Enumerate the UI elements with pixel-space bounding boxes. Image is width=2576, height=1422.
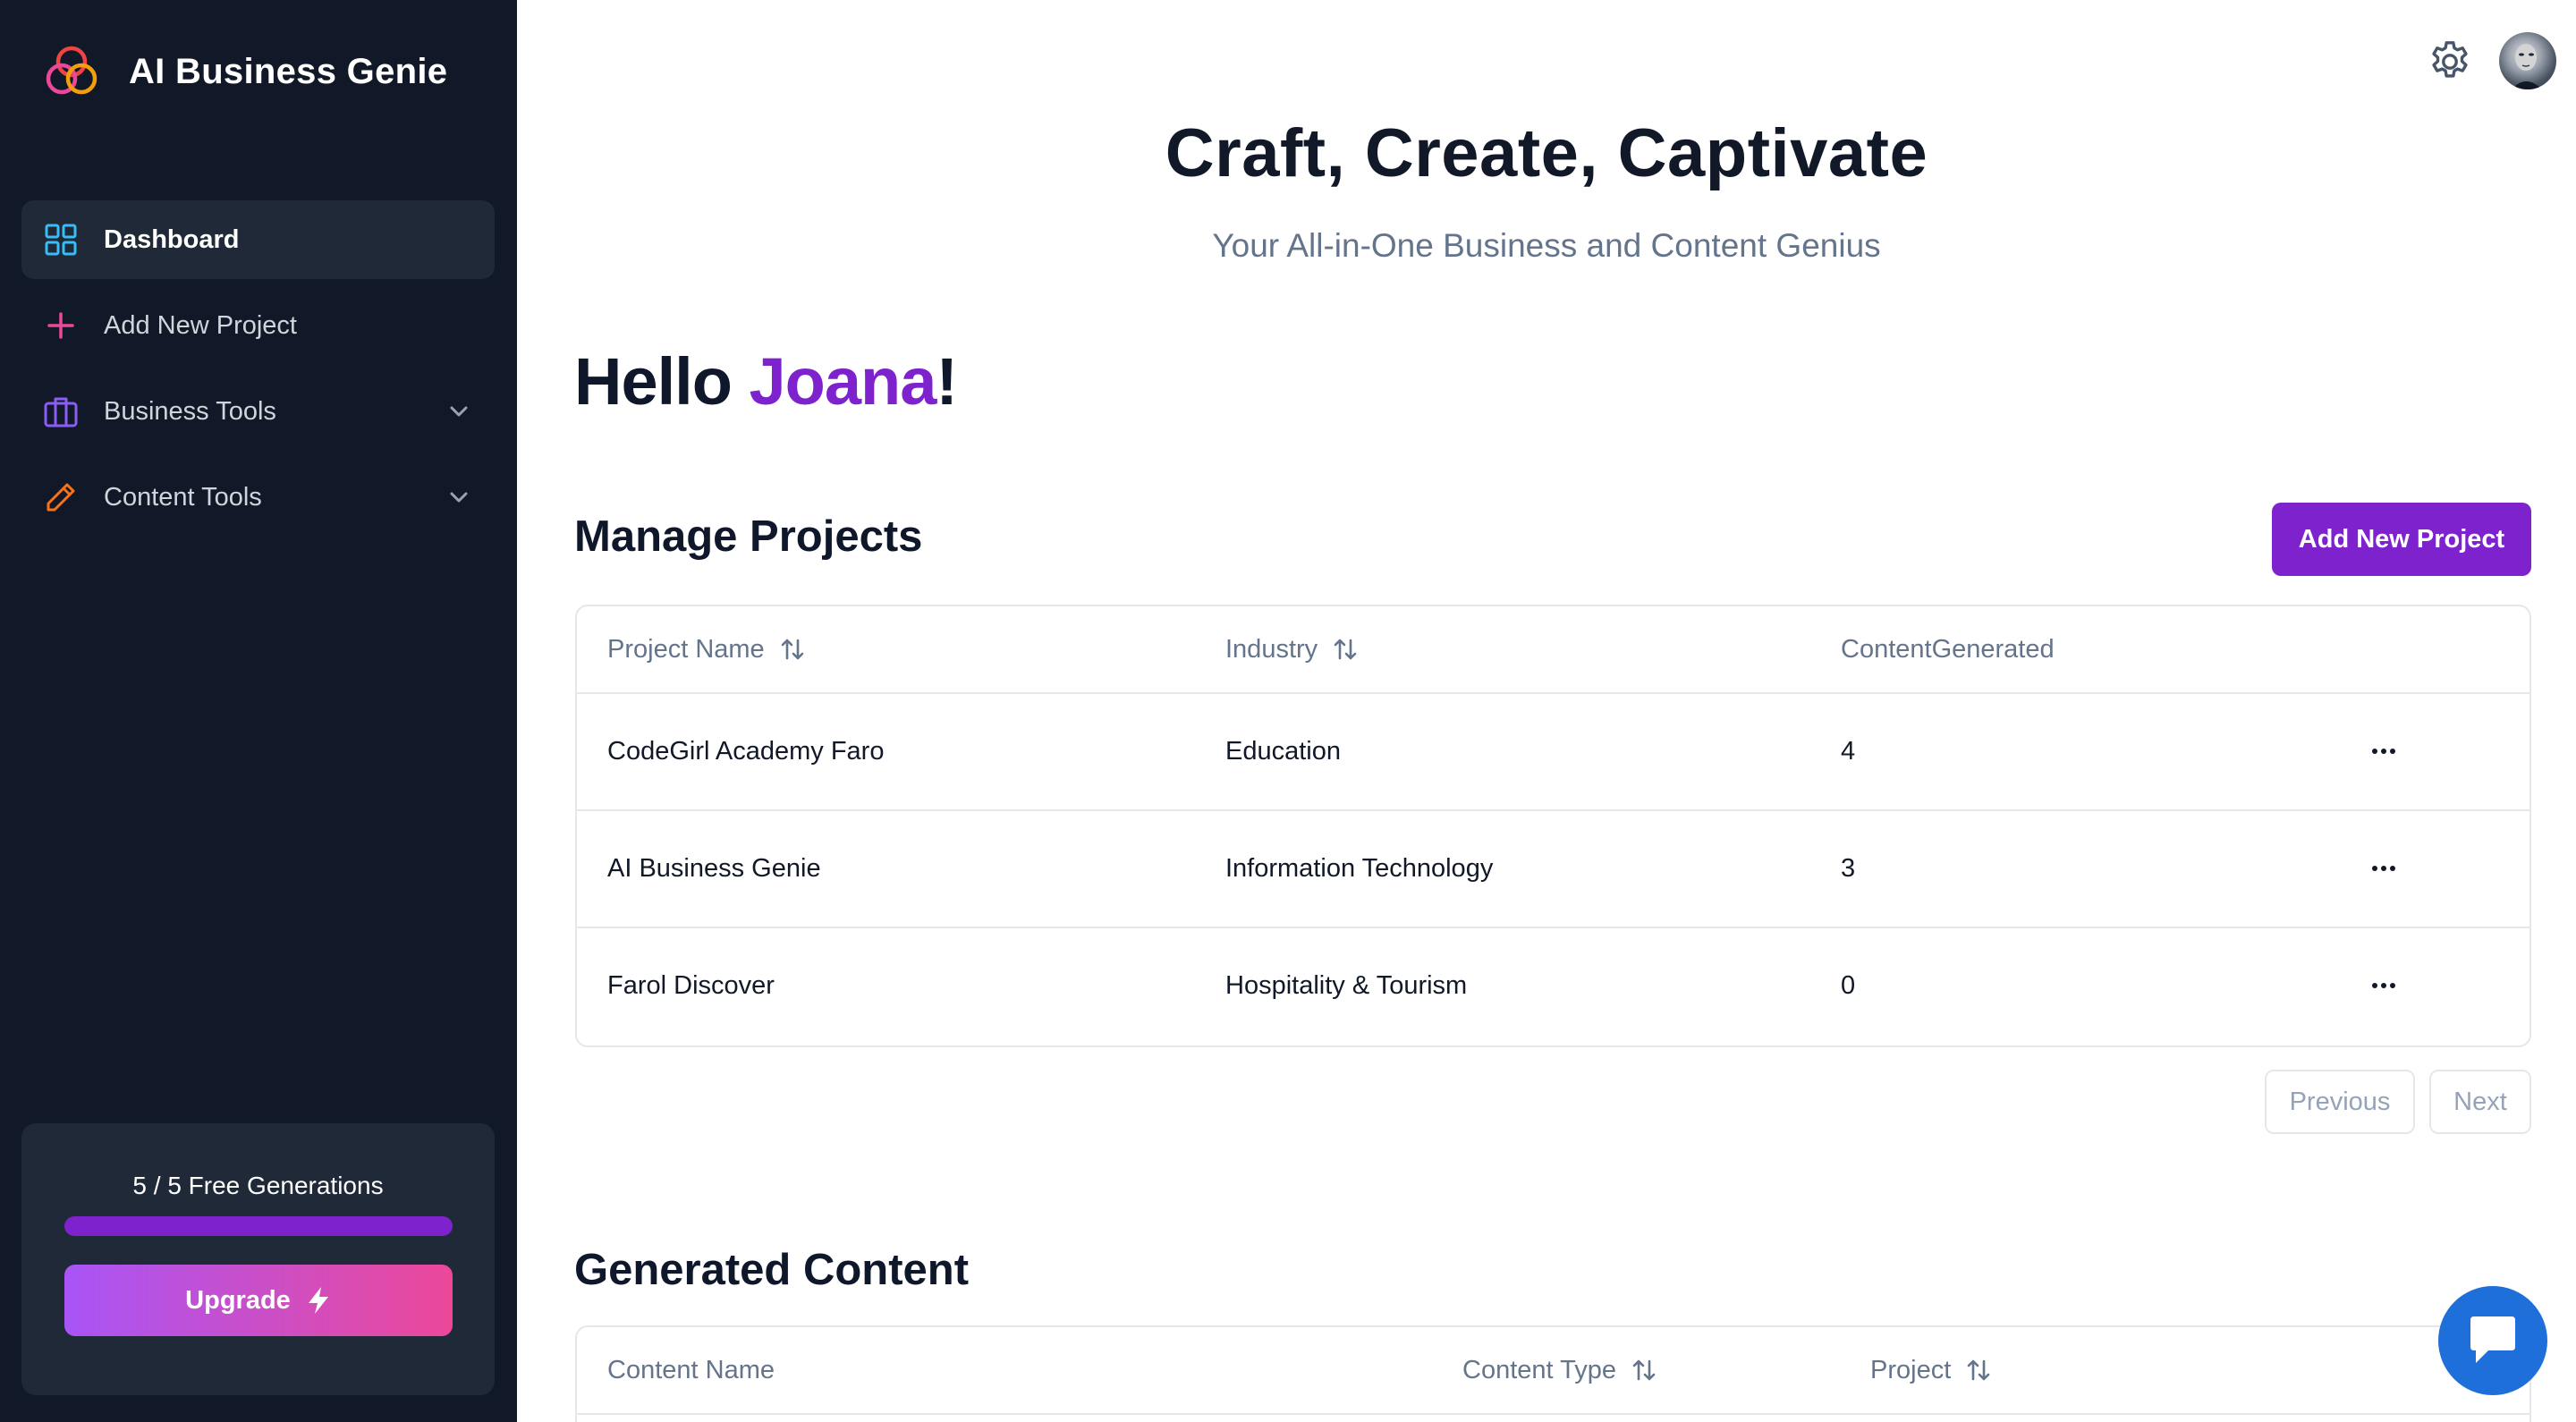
content-table: Content Name Content Type Project <box>575 1325 2531 1422</box>
usage-card: 5 / 5 Free Generations Upgrade <box>21 1123 495 1395</box>
sidebar-item-dashboard[interactable]: Dashboard <box>21 200 495 279</box>
chat-launcher-button[interactable] <box>2438 1286 2547 1395</box>
chevron-down-icon[interactable] <box>446 399 471 424</box>
add-new-project-button[interactable]: Add New Project <box>2272 503 2531 576</box>
more-horizontal-icon <box>2372 749 2395 754</box>
pencil-icon <box>43 479 79 515</box>
table-row[interactable]: Farol Discover Hospitality & Tourism 0 <box>577 928 2529 1045</box>
table-header: Content Name Content Type Project <box>577 1327 2529 1415</box>
industry-cell: Hospitality & Tourism <box>1225 971 1468 1000</box>
next-page-button[interactable]: Next <box>2429 1070 2531 1134</box>
lightning-icon <box>308 1287 328 1314</box>
column-header-label: Industry <box>1225 634 1318 664</box>
greeting: Hello Joana! <box>574 343 958 419</box>
table-row[interactable]: CodeGirl Academy Faro Education 4 <box>577 694 2529 811</box>
column-header-label: Project Name <box>607 634 765 664</box>
content-count-cell: 3 <box>1841 854 1856 883</box>
column-header-content-type[interactable]: Content Type <box>1462 1327 1657 1413</box>
column-header-label: Project <box>1870 1355 1952 1384</box>
sort-icon <box>1967 1359 1990 1381</box>
project-name-cell: CodeGirl Academy Faro <box>607 737 885 766</box>
settings-button[interactable] <box>2426 38 2474 86</box>
column-header-project-name[interactable]: Project Name <box>607 606 806 692</box>
sidebar-item-business-tools[interactable]: Business Tools <box>21 372 495 451</box>
greeting-suffix: ! <box>936 344 958 419</box>
greeting-user-name: Joana <box>749 344 936 419</box>
usage-count: 5 / 5 Free Generations <box>132 1172 384 1199</box>
more-horizontal-icon <box>2372 983 2395 988</box>
project-name-cell: AI Business Genie <box>607 854 821 883</box>
brand[interactable]: AI Business Genie <box>41 41 447 102</box>
row-actions-button[interactable] <box>2366 735 2402 767</box>
row-actions-button[interactable] <box>2366 852 2402 885</box>
usage-progress-fill <box>64 1216 453 1236</box>
briefcase-icon <box>43 394 79 429</box>
upgrade-label: Upgrade <box>185 1285 291 1315</box>
sort-icon <box>1632 1359 1656 1381</box>
greeting-prefix: Hello <box>574 344 750 419</box>
column-header-label: Content Type <box>1462 1355 1616 1384</box>
avatar-portrait <box>2512 44 2542 89</box>
sidebar-item-add-new-project[interactable]: Add New Project <box>21 286 495 365</box>
content-count-cell: 4 <box>1841 737 1856 766</box>
industry-cell: Education <box>1225 737 1341 766</box>
gear-icon <box>2432 41 2468 78</box>
project-name-cell: Farol Discover <box>607 971 775 1000</box>
sidebar-item-label: Dashboard <box>104 224 240 254</box>
logo-icon <box>46 46 97 95</box>
plus-icon <box>43 308 79 343</box>
content-count-cell: 0 <box>1841 971 1856 1000</box>
sidebar: AI Business Genie Dashboard Add New Proj… <box>0 0 517 1422</box>
sidebar-item-label: Add New Project <box>104 310 297 340</box>
column-header-content-generated: ContentGenerated <box>1841 606 2055 692</box>
user-avatar[interactable] <box>2499 32 2556 89</box>
brand-name: AI Business Genie <box>129 51 448 91</box>
column-header-label: Content Name <box>607 1355 775 1384</box>
page-subtitle: Your All-in-One Business and Content Gen… <box>1212 227 1881 264</box>
sidebar-item-content-tools[interactable]: Content Tools <box>21 458 495 537</box>
industry-cell: Information Technology <box>1225 854 1494 883</box>
column-header-project[interactable]: Project <box>1870 1327 1992 1413</box>
generated-content-title: Generated Content <box>574 1246 970 1294</box>
chat-bubble-icon <box>2470 1316 2515 1363</box>
column-header-content-name: Content Name <box>607 1327 775 1413</box>
sidebar-nav: Dashboard Add New Project Business Tools… <box>21 200 495 544</box>
more-horizontal-icon <box>2372 866 2395 871</box>
page-title: Craft, Create, Captivate <box>1165 115 1928 191</box>
manage-projects-title: Manage Projects <box>574 512 923 561</box>
sort-icon <box>1334 639 1357 660</box>
sidebar-item-label: Business Tools <box>104 396 276 426</box>
column-header-industry[interactable]: Industry <box>1225 606 1359 692</box>
projects-table: Project Name Industry ContentGenerated C… <box>575 605 2531 1047</box>
column-header-label: ContentGenerated <box>1841 634 2055 664</box>
chevron-down-icon[interactable] <box>446 485 471 510</box>
table-row[interactable]: AI Business Genie Information Technology… <box>577 811 2529 928</box>
grid-icon <box>43 222 79 258</box>
table-header: Project Name Industry ContentGenerated <box>577 606 2529 694</box>
sidebar-item-label: Content Tools <box>104 482 262 512</box>
sort-icon <box>781 639 803 660</box>
usage-progress-bar <box>64 1216 453 1236</box>
upgrade-button[interactable]: Upgrade <box>64 1265 453 1336</box>
previous-page-button[interactable]: Previous <box>2265 1070 2415 1134</box>
row-actions-button[interactable] <box>2366 969 2402 1002</box>
